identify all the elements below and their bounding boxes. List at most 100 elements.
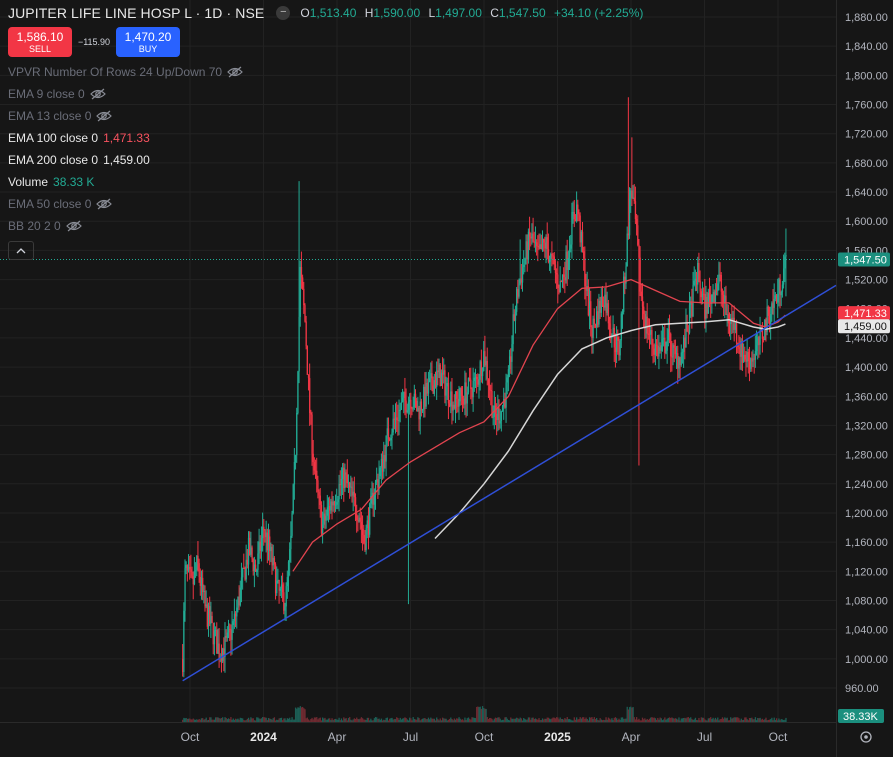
candle-body bbox=[640, 291, 642, 297]
volume-bar bbox=[182, 719, 184, 722]
candle-body bbox=[222, 648, 224, 662]
y-tick-label: 1,760.00 bbox=[845, 100, 888, 112]
candle-body bbox=[360, 521, 363, 529]
volume-bar bbox=[409, 717, 411, 722]
candle-body bbox=[273, 557, 276, 565]
volume-bar bbox=[615, 718, 618, 722]
volume-bar bbox=[432, 718, 434, 722]
candle-body bbox=[695, 278, 698, 285]
candle-body bbox=[209, 606, 211, 624]
candle-body bbox=[691, 301, 693, 317]
candle-body bbox=[363, 534, 365, 544]
candle-body bbox=[361, 528, 364, 535]
settings-gear-icon-center bbox=[864, 735, 868, 739]
indicator-ema9[interactable]: EMA 9 close 0 bbox=[8, 83, 648, 105]
support-trendline[interactable] bbox=[182, 284, 837, 682]
volume-bar bbox=[353, 718, 356, 722]
volume-bar bbox=[227, 718, 230, 722]
candle-body bbox=[593, 318, 595, 324]
indicator-bb[interactable]: BB 20 2 0 bbox=[8, 215, 648, 237]
candle-body bbox=[329, 506, 331, 511]
candle-body bbox=[658, 347, 660, 357]
volume-bar bbox=[610, 719, 612, 722]
volume-bar bbox=[548, 718, 551, 722]
candle-body bbox=[250, 547, 252, 555]
collapse-icon[interactable]: − bbox=[276, 6, 291, 20]
volume-bar bbox=[310, 719, 312, 722]
volume-bar bbox=[498, 717, 500, 722]
volume-bar bbox=[321, 717, 324, 722]
volume-bar bbox=[640, 720, 642, 722]
volume-bar bbox=[646, 718, 648, 722]
volume-bar bbox=[701, 717, 704, 722]
volume-bar bbox=[719, 719, 721, 722]
volume-bar bbox=[674, 718, 677, 722]
volume-bar bbox=[611, 718, 613, 722]
candle-body bbox=[620, 313, 622, 341]
candle-body bbox=[518, 283, 520, 297]
volume-bar bbox=[237, 718, 239, 722]
candle-body bbox=[477, 379, 479, 385]
volume-bar bbox=[741, 720, 744, 722]
candle-body bbox=[613, 327, 615, 348]
eye-off-icon[interactable] bbox=[89, 88, 106, 100]
volume-bar bbox=[213, 719, 216, 722]
candle-body bbox=[249, 537, 251, 555]
volume-bar bbox=[757, 717, 759, 722]
candle-body bbox=[357, 520, 359, 522]
volume-bar bbox=[721, 717, 724, 722]
volume-bar bbox=[603, 719, 605, 722]
indicator-ema100[interactable]: EMA 100 close 0 1,471.33 bbox=[8, 127, 648, 149]
symbol-title[interactable]: JUPITER LIFE LINE HOSP L · 1D · NSE bbox=[8, 5, 264, 21]
volume-bar bbox=[679, 720, 681, 722]
candle-body bbox=[214, 630, 217, 632]
candle-body bbox=[306, 346, 309, 375]
eye-off-icon[interactable] bbox=[96, 198, 113, 210]
candle-body bbox=[721, 291, 724, 295]
candle-body bbox=[694, 278, 697, 281]
volume-bar bbox=[257, 717, 259, 722]
candle-body bbox=[481, 370, 484, 377]
volume-bar bbox=[731, 718, 733, 722]
volume-bar bbox=[460, 719, 463, 722]
volume-bar bbox=[287, 718, 290, 722]
volume-bar bbox=[732, 717, 734, 722]
candle-body bbox=[367, 520, 370, 535]
volume-bar bbox=[259, 718, 261, 722]
candle-body bbox=[237, 596, 239, 608]
sell-button[interactable]: 1,586.10 SELL bbox=[8, 27, 72, 57]
volume-bar bbox=[283, 718, 285, 722]
indicator-ema200[interactable]: EMA 200 close 0 1,459.00 bbox=[8, 149, 648, 171]
indicator-vpvr[interactable]: VPVR Number Of Rows 24 Up/Down 70 bbox=[8, 61, 648, 83]
candle-body bbox=[424, 386, 426, 407]
volume-bar bbox=[378, 718, 380, 722]
buy-button[interactable]: 1,470.20 BUY bbox=[116, 27, 180, 57]
volume-bar bbox=[740, 718, 742, 722]
candle-body bbox=[331, 501, 333, 506]
indicator-volume[interactable]: Volume 38.33 K bbox=[8, 171, 648, 193]
candle-body bbox=[675, 353, 678, 355]
indicator-ema50[interactable]: EMA 50 close 0 bbox=[8, 193, 648, 215]
candle-body bbox=[478, 379, 480, 385]
volume-bar bbox=[320, 720, 323, 722]
candle-body bbox=[734, 323, 737, 330]
volume-bar bbox=[752, 719, 754, 722]
volume-bar bbox=[718, 720, 720, 722]
candle-body bbox=[416, 400, 418, 412]
volume-bar bbox=[565, 719, 567, 722]
candle-body bbox=[614, 347, 617, 353]
volume-bar bbox=[658, 719, 660, 722]
spread-value: −115.90 bbox=[77, 37, 111, 47]
indicator-ema13[interactable]: EMA 13 close 0 bbox=[8, 105, 648, 127]
candle-body bbox=[764, 319, 766, 341]
collapse-indicators-button[interactable] bbox=[8, 241, 34, 260]
eye-off-icon[interactable] bbox=[96, 110, 113, 122]
eye-off-icon[interactable] bbox=[65, 220, 82, 232]
candle-body bbox=[584, 258, 586, 287]
volume-bar bbox=[761, 718, 764, 722]
volume-bar bbox=[504, 717, 506, 722]
volume-bar bbox=[486, 717, 488, 722]
volume-bar bbox=[748, 717, 751, 722]
candle-body bbox=[406, 410, 408, 413]
eye-off-icon[interactable] bbox=[227, 66, 243, 78]
